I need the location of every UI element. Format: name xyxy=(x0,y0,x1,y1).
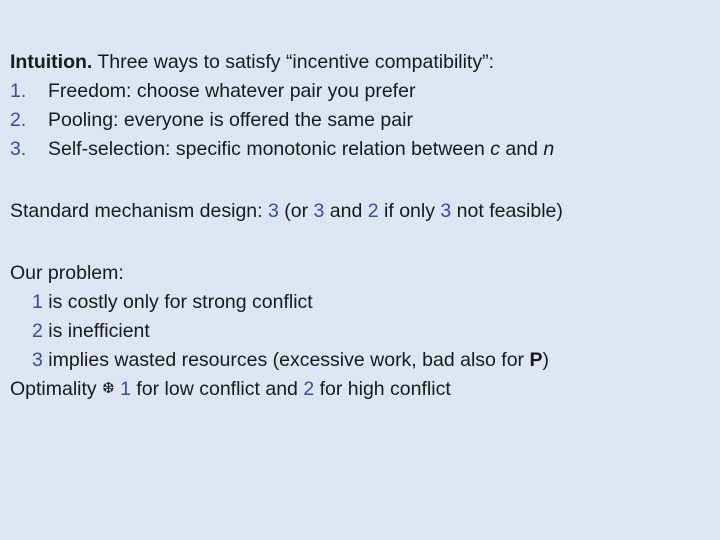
optimality-number-2: 2 xyxy=(303,378,315,400)
problem-item-3: 3 implies wasted resources (excessive wo… xyxy=(10,346,708,375)
principal-token: P xyxy=(529,349,543,371)
list-text-3-middle: and xyxy=(500,138,544,160)
standard-text-2: and xyxy=(324,200,368,222)
standard-label: Standard mechanism design: xyxy=(10,200,268,222)
list-marker-3: 3. xyxy=(10,138,27,160)
optimality-number-1: 1 xyxy=(120,378,131,400)
problem-number-3: 3 xyxy=(32,349,43,371)
list-marker-2: 2. xyxy=(10,109,27,131)
standard-number-1: 3 xyxy=(267,200,279,222)
problem-number-2: 2 xyxy=(32,320,43,342)
optimality-text-1: for low conflict and xyxy=(130,378,304,400)
spacer-after-list xyxy=(10,164,708,197)
standard-text-1: (or xyxy=(278,200,314,222)
list-item-self-selection: 3. Self-selection: specific monotonic re… xyxy=(10,135,708,164)
spacer-after-standard xyxy=(10,226,708,259)
problem-text-3-before: implies wasted resources (excessive work… xyxy=(42,349,530,371)
list-text-1: Freedom: choose whatever pair you prefer xyxy=(48,80,416,102)
problem-item-2: 2 is inefficient xyxy=(10,317,708,346)
standard-text-4: not feasible) xyxy=(451,200,563,222)
list-text-3: Self-selection: specific monotonic relat… xyxy=(48,135,554,164)
problem-number-1: 1 xyxy=(32,291,43,313)
intuition-rest-label: Three ways to satisfy “incentive compati… xyxy=(92,51,495,73)
problem-item-1: 1 is costly only for strong conflict xyxy=(10,288,708,317)
standard-number-3: 2 xyxy=(367,200,379,222)
list-marker-1: 1. xyxy=(10,80,27,102)
problem-text-1: is costly only for strong conflict xyxy=(42,291,313,313)
optimality-text-2: for high conflict xyxy=(314,378,451,400)
problem-text-2: is inefficient xyxy=(42,320,150,342)
list-item-freedom: 1. Freedom: choose whatever pair you pre… xyxy=(10,77,708,106)
standard-mechanism-line: Standard mechanism design: 3 (or 3 and 2… xyxy=(10,197,708,226)
snowflake-dingbat-icon: ❆ xyxy=(102,379,115,397)
list-item-pooling: 2. Pooling: everyone is offered the same… xyxy=(10,106,708,135)
problem-text-3-after: ) xyxy=(542,349,549,371)
slide-body: Intuition. Three ways to satisfy “incent… xyxy=(0,0,720,540)
standard-text-3: if only xyxy=(378,200,441,222)
optimality-label: Optimality xyxy=(10,378,103,400)
intuition-lead-label: Intuition. xyxy=(10,51,93,73)
list-text-3-before: Self-selection: specific monotonic relat… xyxy=(48,138,491,160)
list-text-2: Pooling: everyone is offered the same pa… xyxy=(48,109,413,131)
variable-n: n xyxy=(543,138,555,160)
our-problem-heading: Our problem: xyxy=(10,262,124,284)
intuition-line: Intuition. Three ways to satisfy “incent… xyxy=(10,48,708,77)
variable-c: c xyxy=(490,138,500,160)
standard-number-4: 3 xyxy=(440,200,452,222)
optimality-line: Optimality ❆ 1 for low conflict and 2 fo… xyxy=(10,375,708,404)
standard-number-2: 3 xyxy=(313,200,325,222)
